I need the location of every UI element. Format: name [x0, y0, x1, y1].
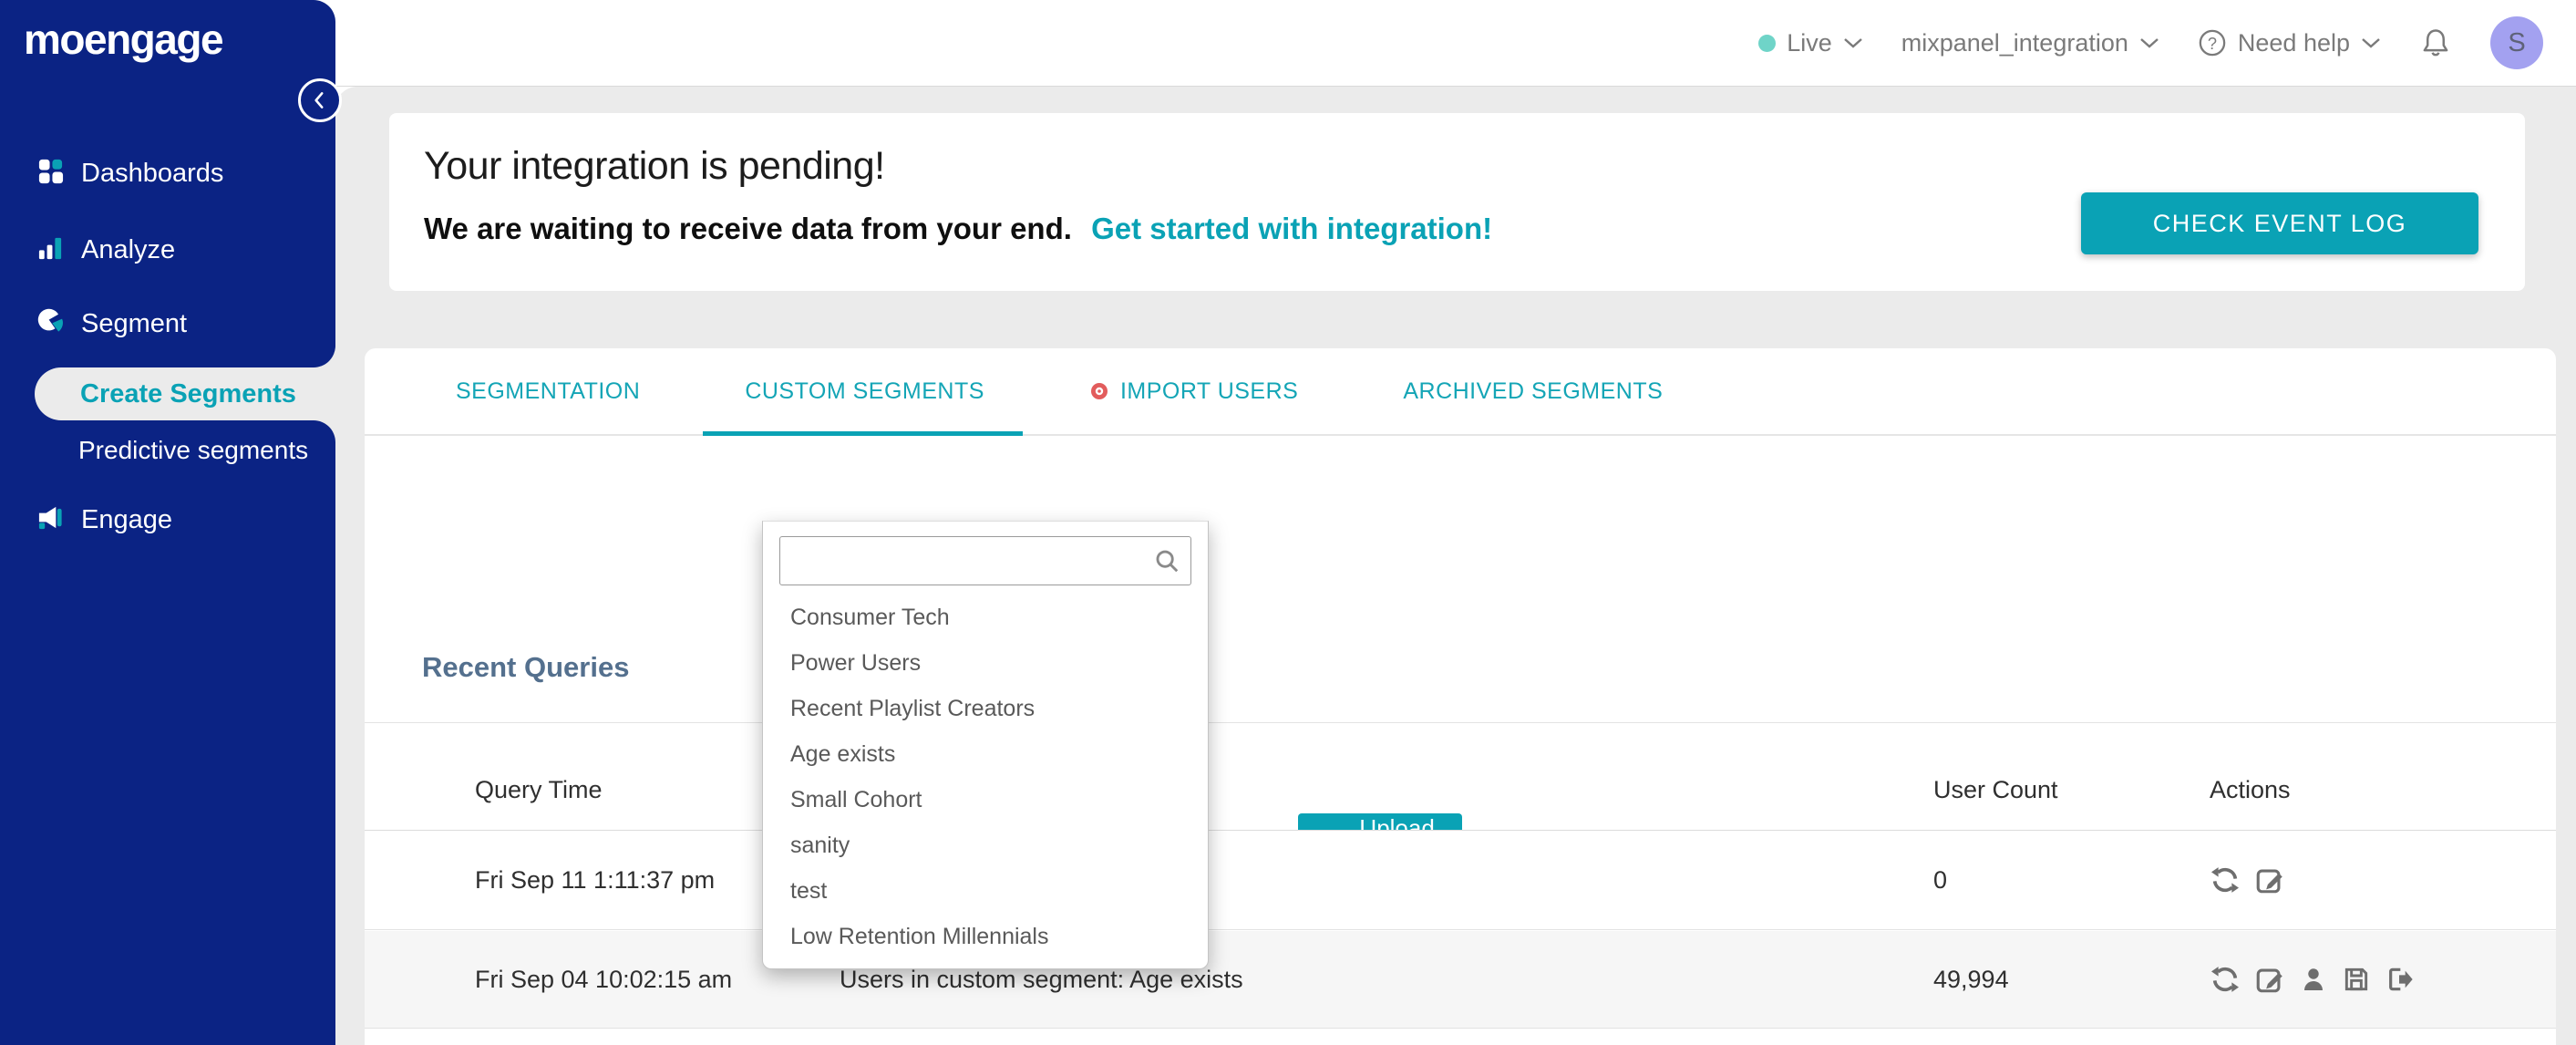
user-action-button[interactable]: [2299, 965, 2328, 994]
project-name: mixpanel_integration: [1901, 28, 2128, 57]
sidebar-collapse-button[interactable]: [298, 78, 342, 122]
environment-selector[interactable]: Live: [1758, 29, 1863, 57]
actions-cell: [2210, 831, 2285, 929]
column-header-query-time: Query Time: [475, 775, 603, 803]
custom-segment-option[interactable]: test: [763, 868, 1208, 914]
custom-segment-option[interactable]: sanity: [763, 823, 1208, 868]
tab-label: IMPORT USERS: [1119, 378, 1299, 404]
sidebar-item-label: Analyze: [81, 234, 176, 264]
user-count-cell: 0: [1933, 865, 1948, 894]
red-target-dot-icon: [1090, 383, 1108, 399]
sidebar-item-analyze[interactable]: Analyze: [0, 226, 335, 274]
megaphone-icon: [36, 503, 65, 536]
export-action-button[interactable]: [2385, 965, 2414, 994]
edit-action-button[interactable]: [2254, 864, 2285, 895]
custom-segment-option[interactable]: Small Cohort: [763, 777, 1208, 823]
edit-action-button[interactable]: [2254, 964, 2285, 995]
moengage-logo: moengage: [24, 16, 224, 63]
sidebar-item-label: Create Segments: [80, 378, 296, 409]
sidebar: moengage Dashboards Analyze Segment Crea…: [0, 0, 335, 1045]
project-selector[interactable]: mixpanel_integration: [1901, 29, 2159, 57]
dashboards-grid-icon: [36, 157, 65, 190]
sidebar-item-dashboards[interactable]: Dashboards: [0, 150, 335, 197]
svg-text:?: ?: [2208, 34, 2217, 53]
bell-icon: [2423, 29, 2448, 57]
query-time-cell: Fri Sep 11 1:11:37 pm: [475, 865, 716, 894]
dropdown-search: [779, 536, 1191, 585]
column-header-actions: Actions: [2210, 775, 2291, 803]
table-header-row: Query Time User Count Actions: [365, 750, 2556, 831]
custom-segments-dropdown: Consumer Tech Power Users Recent Playlis…: [762, 521, 1209, 969]
segment-search-input[interactable]: [779, 536, 1191, 585]
live-status-dot: [1758, 34, 1777, 52]
table-row: Fri Sep 11 1:11:37 pm 0: [365, 831, 2556, 930]
tab-label: SEGMENTATION: [456, 378, 641, 404]
corner-decoration: [314, 346, 335, 367]
refresh-action-button[interactable]: [2210, 864, 2241, 895]
tab-import-users[interactable]: IMPORT USERS: [1089, 348, 1298, 434]
custom-segment-option[interactable]: Low Retention Millennials: [763, 914, 1208, 959]
need-help-label: Need help: [2237, 28, 2350, 57]
search-icon: [1153, 547, 1180, 579]
question-circle-icon: ?: [2199, 29, 2226, 57]
corner-decoration: [314, 420, 335, 442]
sidebar-item-predictive-segments[interactable]: Predictive segments: [0, 428, 335, 473]
sidebar-item-create-segments[interactable]: Create Segments: [35, 367, 335, 420]
chevron-left-icon: [314, 92, 324, 109]
check-event-log-button[interactable]: CHECK EVENT LOG: [2081, 192, 2478, 254]
tab-label: CUSTOM SEGMENTS: [745, 378, 984, 404]
sidebar-item-label: Dashboards: [81, 158, 224, 188]
user-count-cell: 49,994: [1933, 965, 2009, 993]
bar-chart-icon: [36, 233, 65, 266]
custom-segment-option[interactable]: Recent Playlist Creators: [763, 686, 1208, 731]
refresh-action-button[interactable]: [2210, 964, 2241, 995]
sidebar-item-engage[interactable]: Engage: [0, 496, 335, 543]
custom-segment-option[interactable]: Age exists: [763, 731, 1208, 777]
segments-panel: SEGMENTATION CUSTOM SEGMENTS IMPORT USER…: [365, 348, 2556, 1045]
top-bar: Live mixpanel_integration ? Need help S: [335, 0, 2576, 87]
pie-chart-icon: [36, 307, 65, 340]
sidebar-item-label: Segment: [81, 308, 188, 338]
chevron-down-icon: [2362, 38, 2380, 48]
tab-custom-segments[interactable]: CUSTOM SEGMENTS: [703, 348, 1023, 436]
need-help-menu[interactable]: ? Need help: [2198, 28, 2381, 57]
avatar-initial: S: [2508, 27, 2526, 57]
banner-message: We are waiting to receive data from your…: [424, 212, 1492, 246]
tab-archived-segments[interactable]: ARCHIVED SEGMENTS: [1403, 348, 1663, 434]
tab-segmentation[interactable]: SEGMENTATION: [456, 348, 640, 434]
table-row: Fri Sep 04 10:02:15 am Users in custom s…: [365, 931, 2556, 1029]
save-action-button[interactable]: [2342, 965, 2371, 994]
get-started-link[interactable]: Get started with integration!: [1091, 212, 1492, 245]
chevron-down-icon: [1843, 38, 1862, 48]
custom-segment-option[interactable]: Power Users: [763, 640, 1208, 686]
corner-decoration: [314, 0, 335, 22]
banner-title: Your integration is pending!: [424, 144, 885, 188]
query-time-cell: Fri Sep 04 10:02:15 am: [475, 965, 733, 993]
sidebar-item-label: Engage: [81, 504, 172, 534]
avatar[interactable]: S: [2490, 16, 2543, 69]
recent-queries-title: Recent Queries: [422, 651, 630, 683]
chevron-down-icon: [2140, 38, 2159, 48]
integration-pending-banner: Your integration is pending! We are wait…: [389, 113, 2525, 291]
sidebar-item-label: Predictive segments: [78, 436, 309, 464]
actions-cell: [2210, 931, 2414, 1028]
tab-bar: SEGMENTATION CUSTOM SEGMENTS IMPORT USER…: [365, 348, 2556, 436]
column-header-user-count: User Count: [1933, 775, 2058, 803]
tab-label: ARCHIVED SEGMENTS: [1403, 378, 1664, 404]
notifications-button[interactable]: [2419, 26, 2452, 59]
banner-message-text: We are waiting to receive data from your…: [424, 212, 1072, 245]
sidebar-item-segment[interactable]: Segment: [0, 300, 335, 347]
environment-label: Live: [1787, 28, 1832, 57]
divider: [365, 722, 2556, 723]
custom-segment-option[interactable]: Consumer Tech: [763, 595, 1208, 640]
